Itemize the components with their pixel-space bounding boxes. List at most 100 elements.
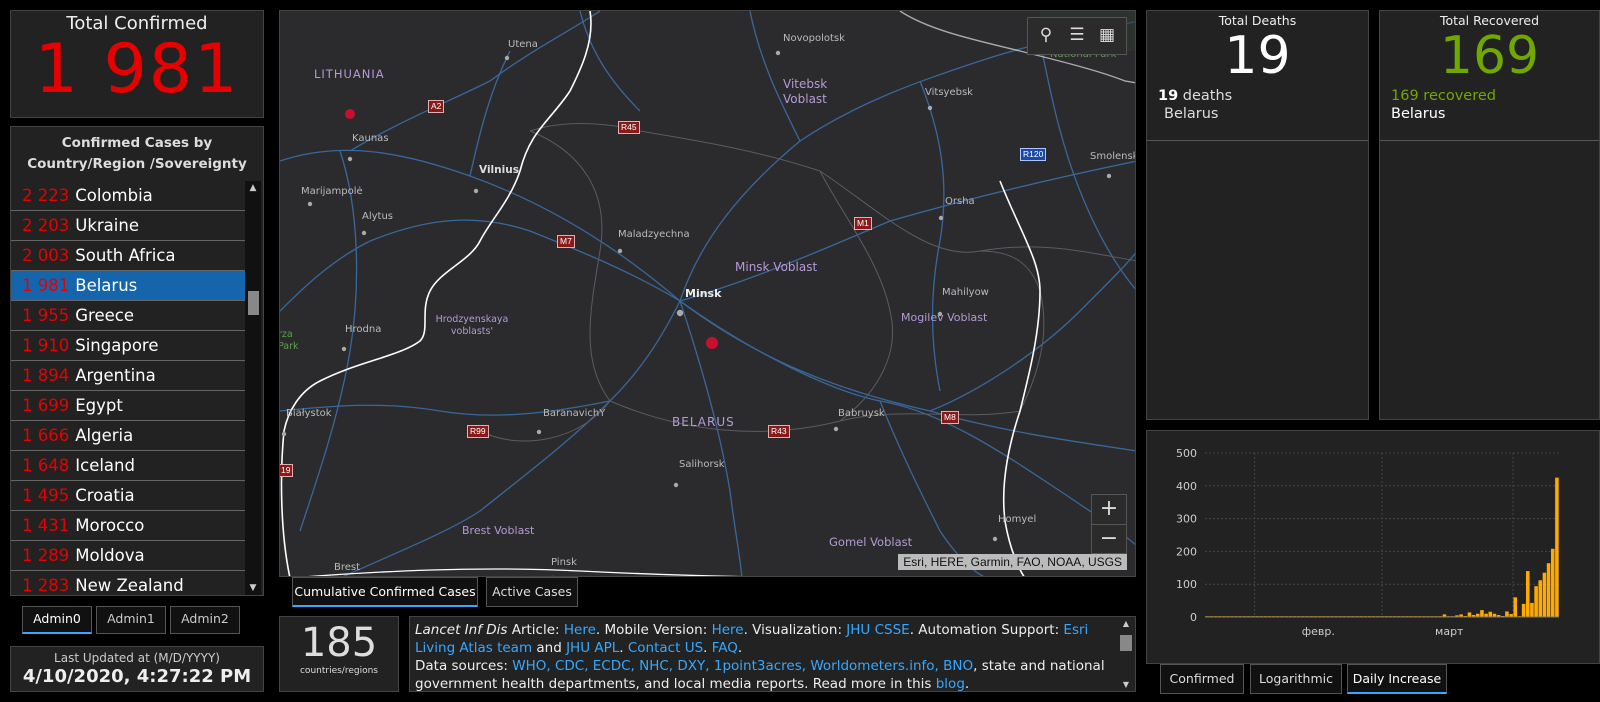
- tab-admin2[interactable]: Admin2: [170, 606, 240, 634]
- country-count: 1 699: [22, 396, 70, 415]
- tab-active-cases[interactable]: Active Cases: [486, 577, 578, 607]
- zoom-in-button[interactable]: +: [1092, 495, 1126, 524]
- deaths-list-item[interactable]: 19 deaths Belarus: [1147, 87, 1368, 141]
- deaths-count: 19: [1158, 88, 1179, 104]
- info-text-part: Data sources:: [415, 658, 513, 674]
- country-name: Singapore: [75, 336, 159, 355]
- map-label-pinsk: Pinsk: [551, 557, 577, 568]
- country-list-item[interactable]: 1 289 Moldova: [11, 541, 247, 571]
- country-count: 1 648: [22, 456, 70, 475]
- recovered-word: recovered: [1418, 88, 1496, 104]
- y-tick-label: 500: [1176, 447, 1197, 460]
- scroll-up-icon[interactable]: ▲: [245, 181, 261, 195]
- x-tick-label: март: [1435, 625, 1464, 638]
- country-list-item[interactable]: 1 495 Croatia: [11, 481, 247, 511]
- country-list-item[interactable]: 2 203 Ukraine: [11, 211, 247, 241]
- country-list-item[interactable]: 1 666 Algeria: [11, 421, 247, 451]
- map-label-hrodna: Hrodna: [345, 324, 382, 335]
- country-count: 1 910: [22, 336, 70, 355]
- road-shield-m7: M7: [557, 235, 575, 248]
- link-article-here[interactable]: Here: [564, 622, 596, 638]
- last-updated-panel: Last Updated at (M/D/YYYY) 4/10/2020, 4:…: [10, 646, 264, 692]
- info-text-part: .: [619, 640, 628, 656]
- map-label-lithuania: LITHUANIA: [314, 67, 385, 81]
- bookmark-icon[interactable]: ⚲: [1034, 25, 1058, 45]
- tab-cumulative-confirmed[interactable]: Cumulative Confirmed Cases: [292, 577, 478, 607]
- map-label-alytus: Alytus: [362, 211, 394, 222]
- y-tick-label: 300: [1176, 513, 1197, 526]
- total-confirmed-value: 1 981: [34, 30, 240, 109]
- last-updated-label: Last Updated at (M/D/YYYY): [54, 651, 220, 665]
- country-name: Egypt: [75, 396, 123, 415]
- country-list-item[interactable]: 1 894 Argentina: [11, 361, 247, 391]
- link-jhu-apl[interactable]: JHU APL: [566, 640, 619, 656]
- map-label-brest-voblast: Brest Voblast: [462, 524, 535, 537]
- x-tick-label: февр.: [1302, 625, 1335, 638]
- country-list[interactable]: 2 223 Colombia 2 203 Ukraine 2 003 South Afri…: [11, 181, 247, 595]
- scroll-up-icon[interactable]: ▲: [1119, 619, 1133, 628]
- country-list-item[interactable]: 2 003 South Africa: [11, 241, 247, 271]
- country-list-item[interactable]: 1 283 New Zealand: [11, 571, 247, 595]
- total-deaths-panel: Total Deaths 19 19 deaths Belarus: [1146, 10, 1369, 420]
- country-list-item[interactable]: 1 955 Greece: [11, 301, 247, 331]
- country-list-item[interactable]: 1 981 Belarus: [11, 271, 247, 301]
- deaths-word: deaths: [1178, 88, 1233, 104]
- country-name: South Africa: [75, 246, 176, 265]
- tab-confirmed[interactable]: Confirmed: [1160, 664, 1244, 694]
- link-blog[interactable]: blog: [936, 676, 965, 691]
- daily-increase-chart: 0 100 200 300 400 500 февр. март: [1176, 447, 1559, 638]
- countries-count-value: 185: [300, 620, 378, 666]
- tab-admin1[interactable]: Admin1: [96, 606, 166, 634]
- map-label-babruysk: Babruysk: [838, 408, 885, 419]
- info-journal: Lancet Inf Dis: [415, 622, 508, 638]
- country-name: Greece: [75, 306, 134, 325]
- country-list-scrollbar[interactable]: ▲ ▼: [245, 181, 261, 595]
- info-text-part: .: [703, 640, 712, 656]
- link-contact-us[interactable]: Contact US: [628, 640, 703, 656]
- y-tick-label: 400: [1176, 480, 1197, 493]
- map-label-vilnius: Vilnius: [479, 164, 519, 176]
- map-label-baranavichy: BaranavichY: [543, 408, 606, 419]
- map-label-smolensk: Smolensk: [1090, 151, 1136, 162]
- scroll-thumb[interactable]: [1120, 635, 1132, 651]
- map-label-minsk: Minsk: [685, 287, 722, 300]
- qr-icon[interactable]: ▦: [1095, 25, 1119, 45]
- chart-bar: [1467, 612, 1472, 617]
- total-deaths-value: 19: [1224, 26, 1291, 86]
- link-jhu-csse[interactable]: JHU CSSE: [846, 622, 909, 638]
- country-list-panel: Confirmed Cases by Country/Region /Sover…: [10, 126, 264, 596]
- country-list-item[interactable]: 1 431 Morocco: [11, 511, 247, 541]
- country-name: New Zealand: [75, 576, 184, 595]
- country-list-item[interactable]: 1 699 Egypt: [11, 391, 247, 421]
- recovered-list-item[interactable]: 169 recovered Belarus: [1380, 87, 1599, 141]
- map-label-marijampole: Marijampolė: [301, 186, 363, 197]
- country-count: 1 666: [22, 426, 70, 445]
- info-text-part: .: [964, 676, 970, 692]
- link-faq[interactable]: FAQ: [712, 640, 738, 656]
- chart-bar: [1480, 610, 1484, 617]
- country-count: 1 981: [22, 276, 70, 295]
- map-label-bialystok: Białystok: [286, 408, 332, 419]
- info-scrollbar[interactable]: ▲ ▼: [1119, 619, 1133, 689]
- list-icon[interactable]: ☰: [1065, 25, 1089, 45]
- link-mobile-here[interactable]: Here: [712, 622, 744, 638]
- chart-bar: [1555, 477, 1559, 617]
- scroll-thumb[interactable]: [248, 291, 259, 315]
- map-label-maladzyechna: Maladzyechna: [618, 229, 690, 240]
- country-list-item[interactable]: 1 648 Iceland: [11, 451, 247, 481]
- road-shield-m8: M8: [941, 411, 959, 424]
- tab-logarithmic[interactable]: Logarithmic: [1250, 664, 1342, 694]
- zoom-out-button[interactable]: −: [1092, 524, 1126, 554]
- scroll-down-icon[interactable]: ▼: [245, 581, 261, 595]
- country-list-item[interactable]: 1 910 Singapore: [11, 331, 247, 361]
- zoom-control: + −: [1091, 494, 1127, 554]
- map-label-minsk-voblast: Minsk Voblast: [735, 260, 818, 274]
- scroll-down-icon[interactable]: ▼: [1119, 680, 1133, 689]
- map-label-mogilev: Mogilev Voblast: [901, 311, 988, 324]
- tab-daily-increase[interactable]: Daily Increase: [1347, 664, 1447, 694]
- tab-admin0[interactable]: Admin0: [22, 606, 92, 634]
- map-label-mahilyow: Mahilyow: [942, 287, 989, 298]
- link-data-sources[interactable]: WHO, CDC, ECDC, NHC, DXY, 1point3acres, …: [512, 658, 973, 674]
- country-list-item[interactable]: 2 223 Colombia: [11, 181, 247, 211]
- map-view[interactable]: LITHUANIA Utena Novopolotsk National Par…: [279, 10, 1136, 577]
